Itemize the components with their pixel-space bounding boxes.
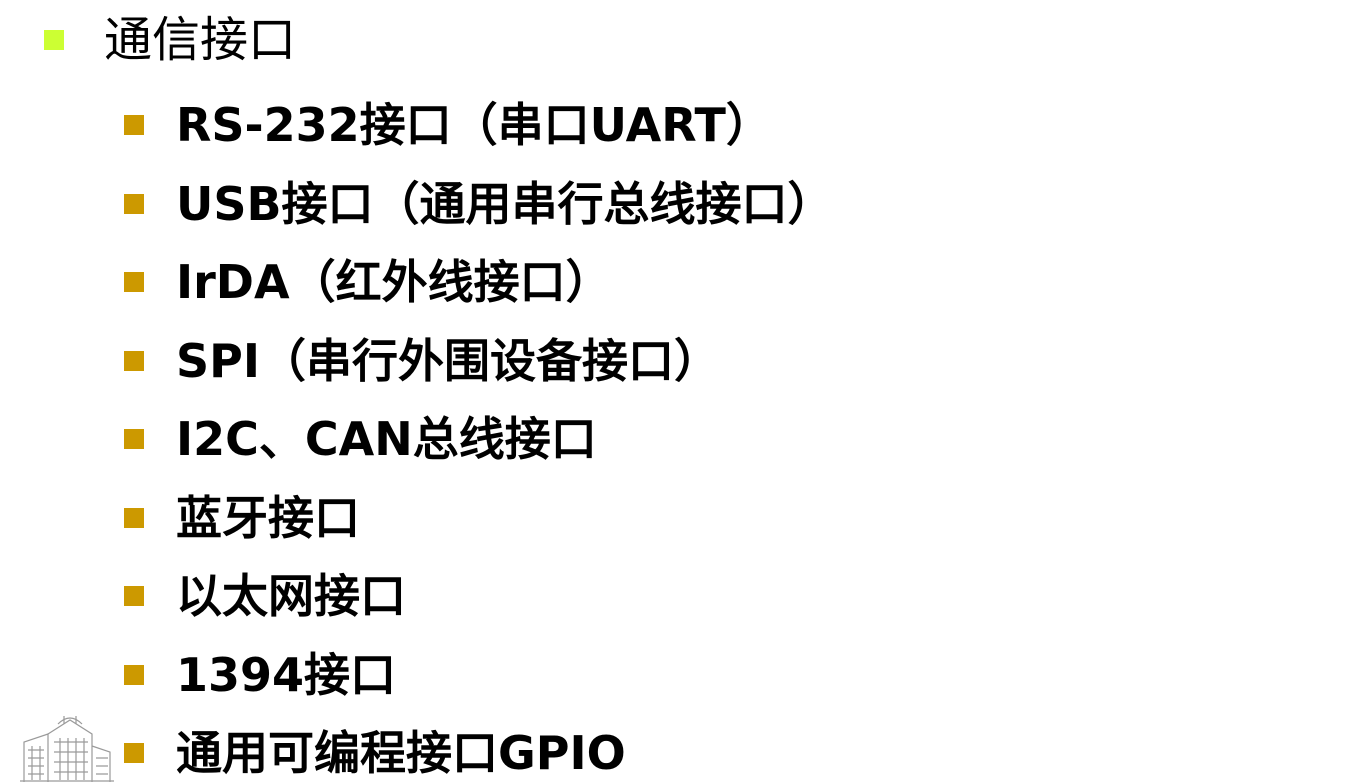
list-item-text: RS-232接口（串口UART） [176,98,772,153]
list-item-text: 以太网接口 [176,569,406,624]
building-sketch-icon [20,716,114,782]
square-bullet-icon [124,350,144,371]
list-item: RS-232接口（串口UART） [124,86,834,165]
section-heading: 通信接口 [104,12,297,68]
list-item: USB接口（通用串行总线接口） [124,165,834,244]
square-bullet-icon [124,743,144,764]
list-item: 通用可编程接口GPIO [124,714,834,782]
list-item: 1394接口 [124,636,834,715]
square-bullet-icon [124,586,144,607]
square-bullet-icon [124,193,144,214]
square-bullet-icon [44,30,64,50]
square-bullet-icon [124,115,144,136]
list-item: SPI（串行外围设备接口） [124,322,834,401]
square-bullet-icon [124,664,144,685]
list-item-text: I2C、CAN总线接口 [176,412,597,467]
list-item-text: SPI（串行外围设备接口） [176,333,720,388]
list-item: I2C、CAN总线接口 [124,400,834,479]
list-item-text: 1394接口 [176,647,397,702]
square-bullet-icon [124,429,144,450]
list-item-text: 蓝牙接口 [176,490,360,545]
square-bullet-icon [124,507,144,528]
interface-list: RS-232接口（串口UART） USB接口（通用串行总线接口） IrDA（红外… [124,86,834,782]
square-bullet-icon [124,272,144,293]
list-item: IrDA（红外线接口） [124,243,834,322]
list-item-text: IrDA（红外线接口） [176,255,612,310]
list-item-text: USB接口（通用串行总线接口） [176,176,834,231]
slide: 通信接口 RS-232接口（串口UART） USB接口（通用串行总线接口） Ir… [0,0,1362,782]
list-item: 蓝牙接口 [124,479,834,558]
top-level-bullet-item: 通信接口 [44,8,296,72]
list-item-text: 通用可编程接口GPIO [176,726,626,781]
list-item: 以太网接口 [124,557,834,636]
